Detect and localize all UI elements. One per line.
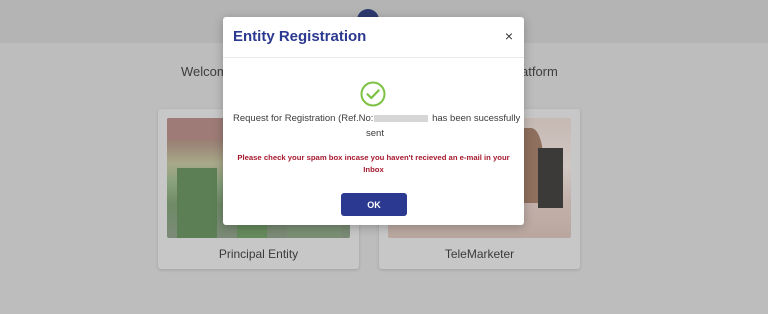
dialog-title: Entity Registration — [233, 28, 367, 45]
spam-warning: Please check your spam box incase you ha… — [237, 153, 510, 174]
card-label: Principal Entity — [218, 247, 299, 261]
close-icon[interactable]: × — [502, 29, 516, 43]
ok-button[interactable]: OK — [341, 193, 407, 216]
success-message-line2: sent — [366, 128, 384, 139]
registration-dialog: Entity Registration × Request for Regist… — [223, 17, 524, 225]
redacted-ref-number — [374, 114, 429, 122]
success-message: Request for Registration (Ref.No: has be… — [233, 113, 520, 124]
dialog-header: Entity Registration × — [223, 17, 524, 58]
check-circle-icon — [360, 81, 386, 107]
card-label: TeleMarketer — [444, 247, 515, 261]
message-prefix: Request for Registration (Ref.No: — [233, 113, 374, 124]
welcome-text-right: atform — [521, 64, 558, 79]
message-suffix: has been sucessfully — [429, 113, 521, 124]
welcome-text-left: Welcom — [181, 64, 228, 79]
